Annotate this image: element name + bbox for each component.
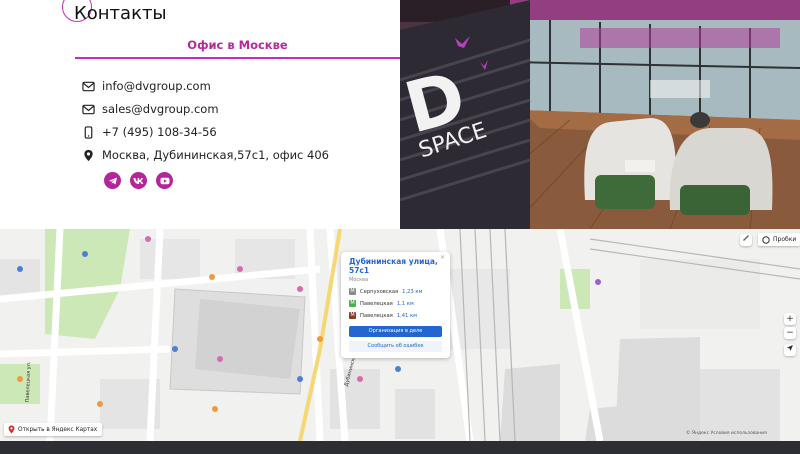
- page-title: Контакты: [74, 3, 167, 24]
- office-divider: [75, 57, 400, 59]
- geolocation-arrow-icon: [787, 345, 793, 351]
- contacts-section: Контакты Офис в Москве info@dvgroup.com …: [0, 0, 400, 229]
- yandex-pin-icon: [8, 425, 15, 434]
- open-in-yandex-maps-label: Открыть в Яндекс Картах: [18, 426, 98, 433]
- metro-distance: 1,1 км: [396, 300, 414, 307]
- traffic-button[interactable]: Пробки: [758, 233, 800, 246]
- contact-phone-text[interactable]: +7 (495) 108-34-56: [102, 125, 217, 139]
- mail-icon: [82, 81, 95, 91]
- contact-address-text: Москва, Дубининская,57с1, офис 406: [102, 148, 329, 162]
- telegram-icon[interactable]: [104, 172, 121, 189]
- metro-icon: М: [349, 300, 356, 307]
- popup-city: Москва: [349, 277, 369, 283]
- report-error-button[interactable]: Сообщить об ошибке: [349, 341, 442, 352]
- page: Контакты Офис в Москве info@dvgroup.com …: [0, 0, 800, 454]
- metro-name: Павелецкая: [360, 312, 393, 319]
- zoom-out-button[interactable]: −: [784, 327, 796, 339]
- metro-icon: М: [349, 312, 356, 319]
- metro-name: Павелецкая: [360, 300, 393, 307]
- contact-email-info[interactable]: info@dvgroup.com: [82, 78, 211, 94]
- social-links: [104, 172, 173, 189]
- location-pin-icon: [84, 149, 93, 161]
- open-in-yandex-maps-button[interactable]: Открыть в Яндекс Картах: [4, 423, 103, 436]
- geolocation-button[interactable]: [784, 344, 796, 356]
- popup-title: Дубининская улица, 57с1: [349, 257, 438, 275]
- office-heading: Офис в Москве: [187, 38, 288, 52]
- metro-station: М Павелецкая 1,1 км: [349, 300, 442, 307]
- ruler-button[interactable]: [740, 234, 752, 246]
- metro-station: М Серпуховская 1,23 км: [349, 288, 442, 295]
- contact-phone[interactable]: +7 (495) 108-34-56: [82, 124, 217, 140]
- vk-icon[interactable]: [130, 172, 147, 189]
- mail-icon: [82, 104, 95, 114]
- zoom-in-button[interactable]: +: [784, 313, 796, 325]
- contact-address: Москва, Дубининская,57с1, офис 406: [82, 147, 329, 163]
- metro-name: Серпуховская: [360, 288, 399, 295]
- popup-close-button[interactable]: ×: [440, 254, 445, 261]
- contact-email-sales[interactable]: sales@dvgroup.com: [82, 101, 219, 117]
- contact-email-sales-text[interactable]: sales@dvgroup.com: [102, 102, 219, 116]
- contact-email-info-text[interactable]: info@dvgroup.com: [102, 79, 211, 93]
- footer-strip: [0, 441, 800, 454]
- metro-icon: М: [349, 288, 356, 295]
- office-photo: D SPACE: [400, 0, 800, 229]
- traffic-label: Пробки: [773, 236, 797, 243]
- office-photo-illustration: D SPACE: [400, 0, 800, 229]
- map-popup: × Дубининская улица, 57с1 Москва М Серпу…: [341, 252, 450, 358]
- metro-distance: 1,23 км: [402, 288, 423, 295]
- traffic-icon: [762, 235, 770, 244]
- metro-distance: 1,41 км: [396, 312, 418, 319]
- youtube-icon[interactable]: [156, 172, 173, 189]
- metro-station: М Павелецкая 1,41 км: [349, 312, 442, 319]
- phone-icon: [84, 125, 93, 139]
- map-copyright: © Яндекс Условия использования: [686, 431, 767, 436]
- organization-button[interactable]: Организация в деле: [349, 326, 442, 337]
- ruler-icon: [743, 235, 749, 241]
